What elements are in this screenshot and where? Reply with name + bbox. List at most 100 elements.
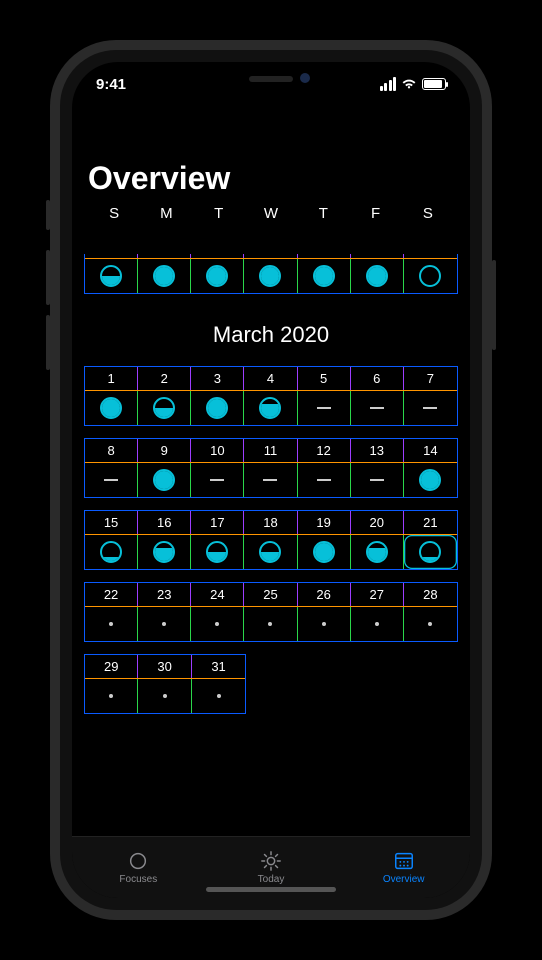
mute-switch: [46, 200, 50, 230]
tab-focuses[interactable]: Focuses: [72, 837, 205, 898]
day-indicator[interactable]: [298, 607, 351, 641]
day-indicator[interactable]: [85, 391, 138, 425]
home-indicator[interactable]: [206, 887, 336, 892]
day-indicator[interactable]: [244, 259, 297, 293]
day-indicator[interactable]: [85, 535, 138, 569]
day-indicator[interactable]: [138, 535, 191, 569]
circle-icon: [127, 850, 149, 872]
day-indicator[interactable]: [85, 607, 138, 641]
day-number[interactable]: 20: [351, 511, 404, 534]
day-number[interactable]: 28: [404, 583, 457, 606]
day-indicator[interactable]: [244, 463, 297, 497]
day-indicator[interactable]: [85, 463, 138, 497]
day-indicator[interactable]: [191, 259, 244, 293]
day-number[interactable]: [351, 254, 404, 258]
day-number[interactable]: 29: [85, 655, 138, 678]
day-number[interactable]: 16: [138, 511, 191, 534]
calendar-scroll[interactable]: March 2020 12345678910111213141516171819…: [84, 254, 458, 836]
day-indicator[interactable]: [138, 607, 191, 641]
day-number[interactable]: 22: [85, 583, 138, 606]
day-number[interactable]: 7: [404, 367, 457, 390]
day-number[interactable]: 9: [138, 439, 191, 462]
day-number[interactable]: 12: [298, 439, 351, 462]
day-number[interactable]: 10: [191, 439, 244, 462]
week-group: 1234567: [84, 366, 458, 426]
progress-circle-icon: [259, 265, 281, 287]
status-indicators: [380, 77, 447, 91]
day-number[interactable]: 23: [138, 583, 191, 606]
day-number[interactable]: [138, 254, 191, 258]
day-number[interactable]: 21: [404, 511, 457, 534]
day-indicator[interactable]: [191, 535, 244, 569]
day-number[interactable]: 8: [85, 439, 138, 462]
dot-icon: [375, 622, 379, 626]
progress-circle-icon: [206, 397, 228, 419]
day-number[interactable]: 25: [244, 583, 297, 606]
volume-up: [46, 250, 50, 305]
day-indicator[interactable]: [404, 535, 457, 569]
day-number[interactable]: 17: [191, 511, 244, 534]
day-indicator[interactable]: [244, 391, 297, 425]
day-number[interactable]: 15: [85, 511, 138, 534]
day-indicator[interactable]: [244, 535, 297, 569]
day-number[interactable]: [298, 254, 351, 258]
day-indicator[interactable]: [351, 463, 404, 497]
tab-overview[interactable]: Overview: [337, 837, 470, 898]
day-indicator[interactable]: [191, 463, 244, 497]
day-indicator[interactable]: [138, 391, 191, 425]
progress-circle-icon: [100, 397, 122, 419]
day-indicator[interactable]: [192, 679, 245, 713]
day-number[interactable]: [244, 254, 297, 258]
day-indicator[interactable]: [351, 391, 404, 425]
dash-icon: [263, 479, 277, 481]
day-number[interactable]: 31: [192, 655, 245, 678]
notch: [176, 62, 366, 92]
day-number[interactable]: 26: [298, 583, 351, 606]
day-indicator[interactable]: [191, 391, 244, 425]
day-number[interactable]: 5: [298, 367, 351, 390]
day-number[interactable]: 3: [191, 367, 244, 390]
progress-circle-icon: [206, 541, 228, 563]
day-number[interactable]: 6: [351, 367, 404, 390]
day-indicator[interactable]: [298, 391, 351, 425]
day-number[interactable]: 4: [244, 367, 297, 390]
day-number[interactable]: [404, 254, 457, 258]
day-number[interactable]: 18: [244, 511, 297, 534]
day-number[interactable]: 11: [244, 439, 297, 462]
tab-label: Overview: [383, 874, 425, 885]
day-indicator[interactable]: [404, 463, 457, 497]
weekday-label: S: [88, 205, 140, 222]
day-indicator[interactable]: [351, 259, 404, 293]
day-indicator[interactable]: [138, 259, 191, 293]
day-number[interactable]: 13: [351, 439, 404, 462]
day-indicator[interactable]: [404, 391, 457, 425]
month-label: March 2020: [84, 322, 458, 348]
day-indicator[interactable]: [138, 463, 191, 497]
day-indicator[interactable]: [191, 607, 244, 641]
day-indicator[interactable]: [298, 535, 351, 569]
dash-icon: [317, 479, 331, 481]
day-number[interactable]: [85, 254, 138, 258]
day-indicator[interactable]: [138, 679, 191, 713]
day-indicator[interactable]: [85, 259, 138, 293]
dot-icon: [163, 694, 167, 698]
day-indicator[interactable]: [351, 607, 404, 641]
content: Overview S M T W T F S: [72, 106, 470, 836]
day-indicator[interactable]: [404, 607, 457, 641]
day-number[interactable]: 1: [85, 367, 138, 390]
day-indicator[interactable]: [298, 259, 351, 293]
day-indicator[interactable]: [298, 463, 351, 497]
day-number[interactable]: 19: [298, 511, 351, 534]
progress-circle-icon: [366, 265, 388, 287]
day-indicator[interactable]: [404, 259, 457, 293]
day-number[interactable]: [191, 254, 244, 258]
day-number[interactable]: 14: [404, 439, 457, 462]
day-number[interactable]: 2: [138, 367, 191, 390]
day-number[interactable]: 27: [351, 583, 404, 606]
day-number[interactable]: 30: [138, 655, 191, 678]
day-indicator[interactable]: [85, 679, 138, 713]
progress-circle-icon: [259, 397, 281, 419]
day-indicator[interactable]: [244, 607, 297, 641]
day-indicator[interactable]: [351, 535, 404, 569]
day-number[interactable]: 24: [191, 583, 244, 606]
